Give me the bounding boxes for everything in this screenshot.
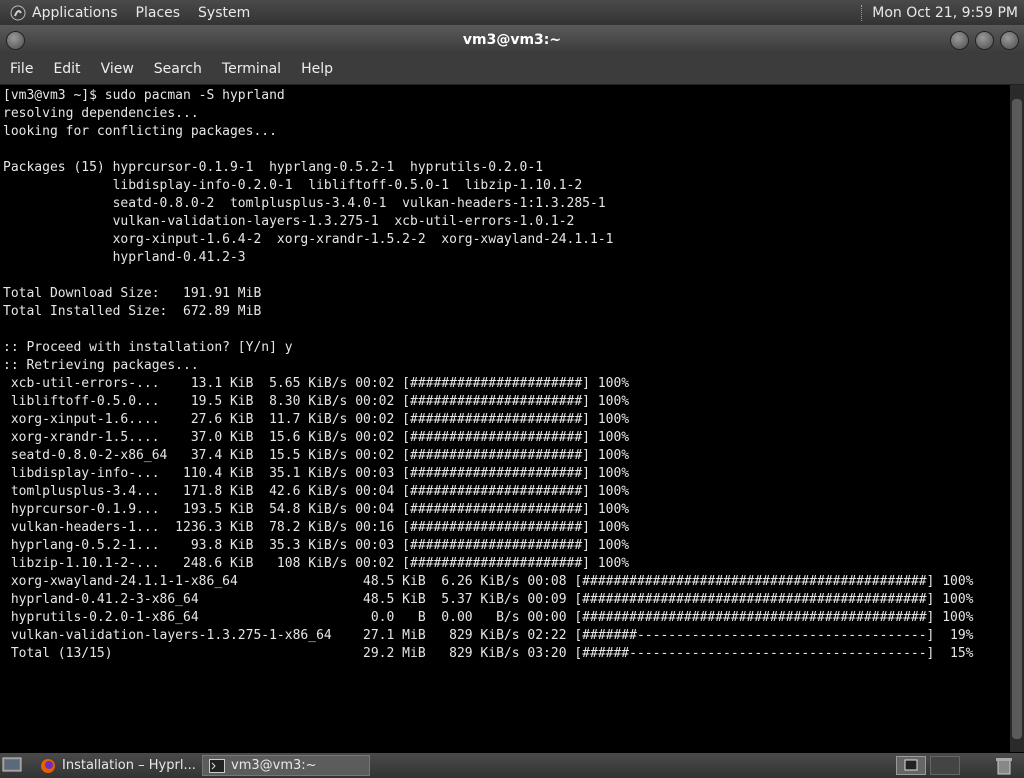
places-menu[interactable]: Places — [136, 5, 181, 21]
terminal-line: xorg-xrandr-1.5.... 37.0 KiB 15.6 KiB/s … — [3, 430, 630, 445]
taskbar-firefox-label: Installation – Hyprl... — [62, 758, 196, 773]
menu-bar: File Edit View Search Terminal Help — [0, 54, 1024, 85]
terminal-line: seatd-0.8.0-2-x86_64 37.4 KiB 15.5 KiB/s… — [3, 448, 630, 463]
terminal-scrollbar[interactable] — [1010, 85, 1024, 752]
terminal-line: seatd-0.8.0-2 tomlplusplus-3.4.0-1 vulka… — [3, 196, 606, 211]
close-button[interactable] — [1000, 31, 1019, 50]
clock[interactable]: Mon Oct 21, 9:59 PM — [872, 5, 1018, 21]
bottom-panel: Installation – Hyprl... vm3@vm3:~ — [0, 753, 1024, 778]
edit-menu[interactable]: Edit — [43, 61, 90, 77]
terminal-menu[interactable]: Terminal — [212, 61, 291, 77]
terminal-line: xorg-xinput-1.6.... 27.6 KiB 11.7 KiB/s … — [3, 412, 630, 427]
terminal-line: libdisplay-info-0.2.0-1 libliftoff-0.5.0… — [3, 178, 583, 193]
scrollbar-thumb[interactable] — [1012, 99, 1022, 739]
trash-icon[interactable] — [992, 755, 1016, 776]
terminal-line: vulkan-headers-1... 1236.3 KiB 78.2 KiB/… — [3, 520, 630, 535]
taskbar-terminal-label: vm3@vm3:~ — [231, 758, 317, 773]
terminal-line: xorg-xwayland-24.1.1-1-x86_64 48.5 KiB 6… — [3, 574, 974, 589]
terminal-line: hyprutils-0.2.0-1-x86_64 0.0 B 0.00 B/s … — [3, 610, 974, 625]
terminal-line: vulkan-validation-layers-1.3.275-1-x86_6… — [3, 628, 974, 643]
terminal-line: tomlplusplus-3.4... 171.8 KiB 42.6 KiB/s… — [3, 484, 630, 499]
terminal-line: Packages (15) hyprcursor-0.1.9-1 hyprlan… — [3, 160, 544, 175]
terminal-line: hyprland-0.41.2-3-x86_64 48.5 KiB 5.37 K… — [3, 592, 974, 607]
terminal-line: [vm3@vm3 ~]$ sudo pacman -S hyprland — [3, 88, 285, 103]
terminal-line: hyprcursor-0.1.9... 193.5 KiB 54.8 KiB/s… — [3, 502, 630, 517]
file-menu[interactable]: File — [0, 61, 43, 77]
terminal-icon — [209, 758, 225, 773]
terminal-text: [vm3@vm3 ~]$ sudo pacman -S hyprland reso… — [0, 85, 1010, 663]
applications-menu[interactable]: Applications — [32, 5, 118, 21]
window-title: vm3@vm3:~ — [462, 32, 562, 48]
gnome-foot-icon[interactable] — [10, 5, 26, 21]
window-title-bar[interactable]: vm3@vm3:~ — [0, 25, 1024, 54]
view-menu[interactable]: View — [91, 61, 144, 77]
terminal-line: vulkan-validation-layers-1.3.275-1 xcb-u… — [3, 214, 575, 229]
terminal-line: resolving dependencies... — [3, 106, 199, 121]
terminal-output[interactable]: [vm3@vm3 ~]$ sudo pacman -S hyprland reso… — [0, 85, 1010, 752]
terminal-line: hyprland-0.41.2-3 — [3, 250, 246, 265]
terminal-line: hyprlang-0.5.2-1... 93.8 KiB 35.3 KiB/s … — [3, 538, 630, 553]
maximize-button[interactable] — [975, 31, 994, 50]
workspace-2[interactable] — [930, 756, 960, 775]
show-desktop-icon[interactable] — [2, 756, 22, 774]
workspace-window-icon — [904, 759, 918, 771]
terminal-line: Total (13/15) 29.2 MiB 829 KiB/s 03:20 [… — [3, 646, 974, 661]
terminal-line: :: Retrieving packages... — [3, 358, 199, 373]
top-panel: Applications Places System Mon Oct 21, 9… — [0, 0, 1024, 25]
terminal-line: Total Download Size: 191.91 MiB — [3, 286, 262, 301]
terminal-line: :: Proceed with installation? [Y/n] y — [3, 340, 293, 355]
terminal-line: xcb-util-errors-... 13.1 KiB 5.65 KiB/s … — [3, 376, 630, 391]
system-menu[interactable]: System — [198, 5, 250, 21]
terminal-line: Total Installed Size: 672.89 MiB — [3, 304, 262, 319]
terminal-line: xorg-xinput-1.6.4-2 xorg-xrandr-1.5.2-2 … — [3, 232, 614, 247]
taskbar-firefox[interactable]: Installation – Hyprl... — [34, 755, 200, 776]
search-menu[interactable]: Search — [144, 61, 212, 77]
terminal-line: looking for conflicting packages... — [3, 124, 277, 139]
workspace-1[interactable] — [896, 756, 926, 775]
minimize-button[interactable] — [950, 31, 969, 50]
terminal-line: libliftoff-0.5.0... 19.5 KiB 8.30 KiB/s … — [3, 394, 630, 409]
taskbar-terminal[interactable]: vm3@vm3:~ — [202, 755, 370, 776]
panel-separator — [861, 4, 864, 21]
terminal-line: libdisplay-info-... 110.4 KiB 35.1 KiB/s… — [3, 466, 630, 481]
terminal-line: libzip-1.10.1-2-... 248.6 KiB 108 KiB/s … — [3, 556, 630, 571]
clock-area: Mon Oct 21, 9:59 PM — [861, 0, 1018, 25]
help-menu[interactable]: Help — [291, 61, 343, 77]
firefox-icon — [41, 758, 55, 773]
